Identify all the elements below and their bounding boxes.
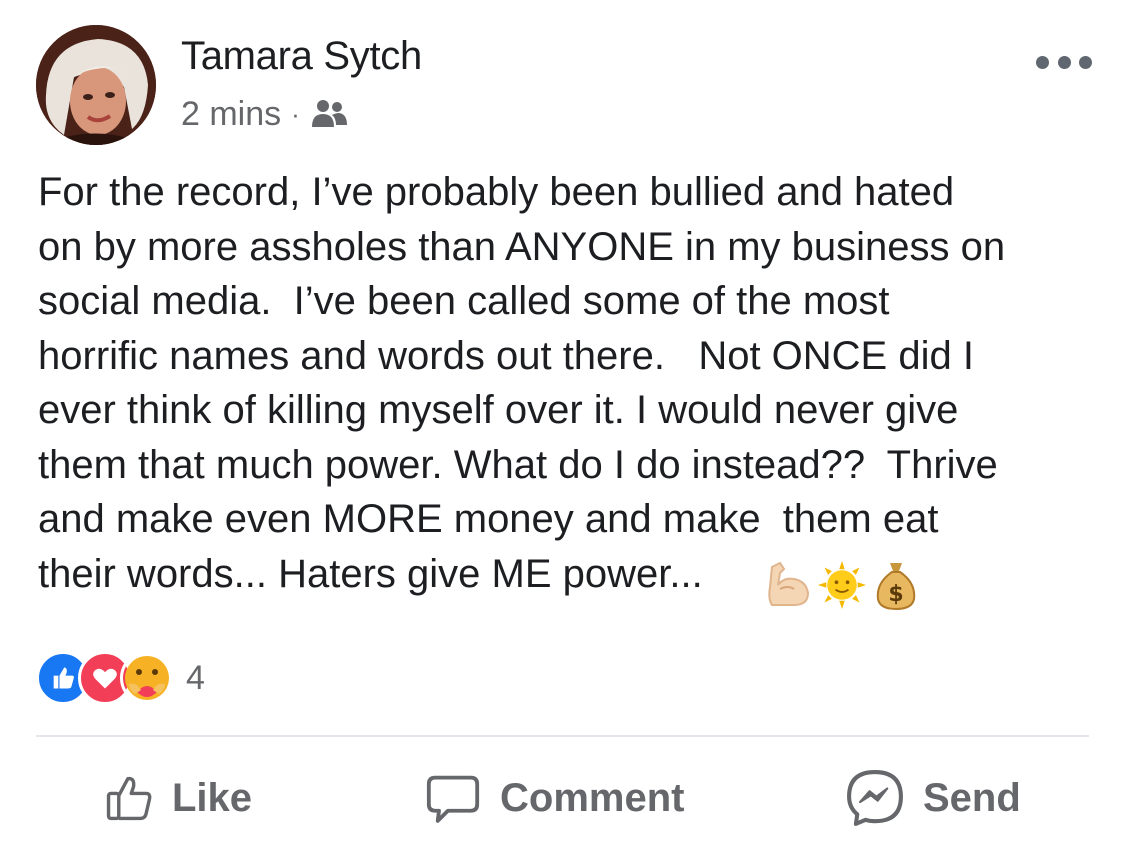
send-label: Send: [923, 775, 1021, 820]
flexed-biceps-icon: [768, 561, 810, 606]
divider: [36, 735, 1089, 737]
reactions-summary[interactable]: 4: [36, 651, 205, 705]
post-text: For the record, I’ve probably been bulli…: [38, 170, 1006, 596]
svg-text:$: $: [888, 582, 903, 607]
more-options-icon[interactable]: [1036, 50, 1092, 74]
author-name[interactable]: Tamara Sytch: [181, 34, 422, 79]
money-bag-icon: $: [876, 563, 916, 611]
send-button[interactable]: Send: [845, 768, 1021, 828]
thumbs-up-icon: [106, 776, 152, 821]
like-button[interactable]: Like: [104, 768, 252, 828]
reaction-count: 4: [186, 658, 205, 697]
post-meta: 2 mins ·: [181, 92, 348, 136]
friends-icon[interactable]: [310, 97, 348, 131]
post-time[interactable]: 2 mins: [181, 95, 281, 134]
more-dot: [1079, 55, 1092, 69]
more-dot: [1057, 55, 1071, 69]
messenger-icon: [847, 770, 903, 826]
like-label: Like: [172, 775, 253, 820]
post-emojis: $: [764, 557, 920, 613]
sun-with-face-icon: [818, 561, 866, 609]
author-avatar[interactable]: [36, 25, 156, 145]
meta-separator: ·: [291, 99, 300, 129]
comment-button[interactable]: Comment: [424, 768, 684, 828]
facebook-post: Tamara Sytch 2 mins · For the record, I’…: [0, 0, 1125, 848]
comment-icon: [426, 775, 480, 823]
comment-label: Comment: [500, 775, 685, 820]
more-dot: [1036, 55, 1049, 69]
care-reaction-icon: [120, 651, 174, 705]
